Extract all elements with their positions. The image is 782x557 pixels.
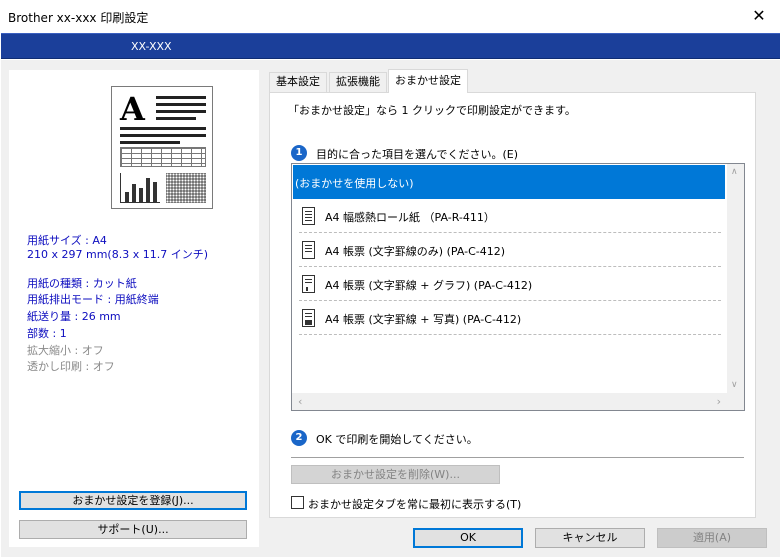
- vertical-scrollbar[interactable]: ∧ ∨: [727, 164, 744, 393]
- form-text-icon: [302, 241, 315, 259]
- preview-chart-bar: [139, 188, 143, 202]
- list-item[interactable]: A4 帳票 (文字罫線 + 写真) (PA-C-412): [293, 301, 725, 335]
- support-button[interactable]: サポート(U)...: [19, 520, 247, 539]
- preview-photo-icon: [166, 173, 206, 203]
- list-item-label: A4 帳票 (文字罫線のみ) (PA-C-412): [325, 245, 506, 258]
- settings-summary-panel: A 用紙サイズ : A4 210 x 297 mm(8.3 x 11.7 インチ…: [9, 70, 259, 547]
- media-type-text: 用紙の種類 : カット紙: [27, 277, 137, 290]
- preview-chart-icon: [120, 173, 160, 203]
- feed-amount-text: 紙送り量 : 26 mm: [27, 310, 121, 323]
- roll-paper-icon: [302, 207, 315, 225]
- title-bar: Brother xx-xxx 印刷設定 ✕: [0, 0, 782, 32]
- step-2-label: OK で印刷を開始してください。: [316, 433, 478, 446]
- scrollbar-corner: [727, 393, 744, 410]
- preset-listbox[interactable]: (おまかせを使用しない) A4 幅感熱ロール紙 （PA-R-411） A4 帳票…: [291, 163, 745, 411]
- feed-mode-text: 用紙排出モード : 用紙終端: [27, 293, 159, 306]
- watermark-text: 透かし印刷 : オフ: [27, 360, 115, 373]
- step-2-icon: 2: [291, 430, 307, 446]
- apply-button[interactable]: 適用(A): [657, 528, 767, 548]
- model-name: XX-XXX: [131, 40, 172, 53]
- register-preset-button[interactable]: おまかせ設定を登録(J)...: [19, 491, 247, 510]
- preview-text-line: [156, 110, 206, 113]
- scroll-up-icon[interactable]: ∧: [731, 167, 738, 177]
- list-item[interactable]: A4 帳票 (文字罫線のみ) (PA-C-412): [293, 233, 725, 267]
- copies-text: 部数 : 1: [27, 327, 67, 340]
- window-title: Brother xx-xxx 印刷設定: [8, 11, 149, 25]
- tab-advanced[interactable]: 拡張機能: [329, 72, 387, 92]
- tab-presets[interactable]: おまかせ設定: [388, 69, 468, 93]
- preview-text-line: [156, 96, 206, 99]
- scaling-text: 拡大縮小 : オフ: [27, 344, 104, 357]
- scroll-left-icon[interactable]: ‹: [298, 395, 302, 408]
- cancel-button[interactable]: キャンセル: [535, 528, 645, 548]
- preview-text-line: [156, 103, 206, 106]
- preview-chart-bar: [146, 178, 150, 202]
- always-show-label[interactable]: おまかせ設定タブを常に最初に表示する(T): [308, 496, 521, 512]
- list-item[interactable]: A4 幅感熱ロール紙 （PA-R-411）: [293, 199, 725, 233]
- step-1-icon: 1: [291, 145, 307, 161]
- list-item-label: A4 帳票 (文字罫線 + 写真) (PA-C-412): [325, 313, 522, 326]
- dialog-body: A 用紙サイズ : A4 210 x 297 mm(8.3 x 11.7 インチ…: [1, 60, 780, 557]
- preview-text-line: [120, 134, 206, 137]
- preview-table-icon: [120, 147, 206, 167]
- presets-description: 「おまかせ設定」なら 1 クリックで印刷設定ができます。: [288, 104, 576, 117]
- horizontal-scrollbar[interactable]: ‹ ›: [292, 393, 727, 410]
- preview-letter-icon: A: [120, 90, 145, 128]
- form-graph-icon: [302, 275, 315, 293]
- paper-dimensions-text: 210 x 297 mm(8.3 x 11.7 インチ): [27, 248, 208, 261]
- list-item[interactable]: (おまかせを使用しない): [293, 165, 725, 199]
- always-show-checkbox[interactable]: [291, 496, 304, 509]
- page-preview-icon: A: [111, 86, 213, 209]
- preview-chart-bar: [153, 182, 157, 202]
- delete-preset-button[interactable]: おまかせ設定を削除(W)...: [291, 465, 500, 484]
- preview-text-line: [156, 117, 196, 120]
- list-item-label: (おまかせを使用しない): [295, 177, 414, 190]
- presets-tab-panel: 「おまかせ設定」なら 1 クリックで印刷設定ができます。 1 目的に合った項目を…: [269, 92, 756, 518]
- preview-chart-bar: [125, 192, 129, 202]
- preview-text-line: [120, 127, 206, 130]
- ok-button[interactable]: OK: [413, 528, 523, 548]
- preview-text-line: [120, 141, 180, 144]
- close-icon[interactable]: ✕: [736, 0, 782, 32]
- scroll-down-icon[interactable]: ∨: [731, 380, 738, 390]
- scroll-right-icon[interactable]: ›: [717, 395, 721, 408]
- form-photo-icon: [302, 309, 315, 327]
- list-item-label: A4 幅感熱ロール紙 （PA-R-411）: [325, 211, 495, 224]
- step-1-label: 目的に合った項目を選んでください。(E): [316, 148, 518, 161]
- section-divider: [291, 457, 744, 458]
- model-banner: XX-XXX: [1, 33, 780, 59]
- preview-chart-bar: [132, 184, 136, 202]
- list-item-label: A4 帳票 (文字罫線 + グラフ) (PA-C-412): [325, 279, 533, 292]
- list-item[interactable]: A4 帳票 (文字罫線 + グラフ) (PA-C-412): [293, 267, 725, 301]
- tab-basic[interactable]: 基本設定: [269, 72, 327, 92]
